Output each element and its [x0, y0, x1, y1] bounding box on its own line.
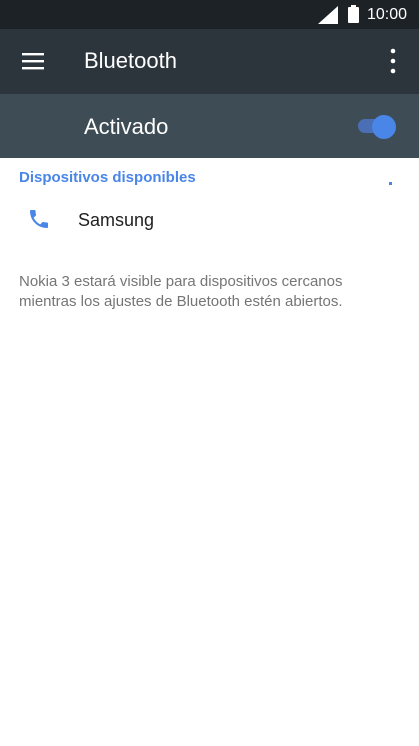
available-devices-header: Dispositivos disponibles — [19, 169, 196, 186]
menu-icon[interactable] — [22, 50, 44, 72]
bluetooth-toggle-row[interactable]: Activado — [0, 94, 419, 158]
visibility-note: Nokia 3 estará visible para dispositivos… — [19, 273, 343, 310]
bluetooth-switch[interactable] — [356, 113, 398, 139]
status-time: 10:00 — [367, 6, 408, 23]
battery-icon — [348, 5, 359, 23]
app-bar: Bluetooth — [0, 29, 419, 94]
signal-icon — [318, 6, 338, 24]
bluetooth-toggle-label: Activado — [84, 114, 169, 139]
status-bar: 10:00 — [0, 0, 419, 29]
phone-icon — [30, 210, 48, 228]
more-vert-icon[interactable] — [385, 46, 401, 76]
device-list-item[interactable]: Samsung — [0, 196, 419, 244]
switch-thumb — [372, 115, 396, 139]
page-title: Bluetooth — [84, 48, 177, 73]
scan-progress-indicator — [389, 182, 392, 185]
device-name: Samsung — [78, 210, 155, 230]
